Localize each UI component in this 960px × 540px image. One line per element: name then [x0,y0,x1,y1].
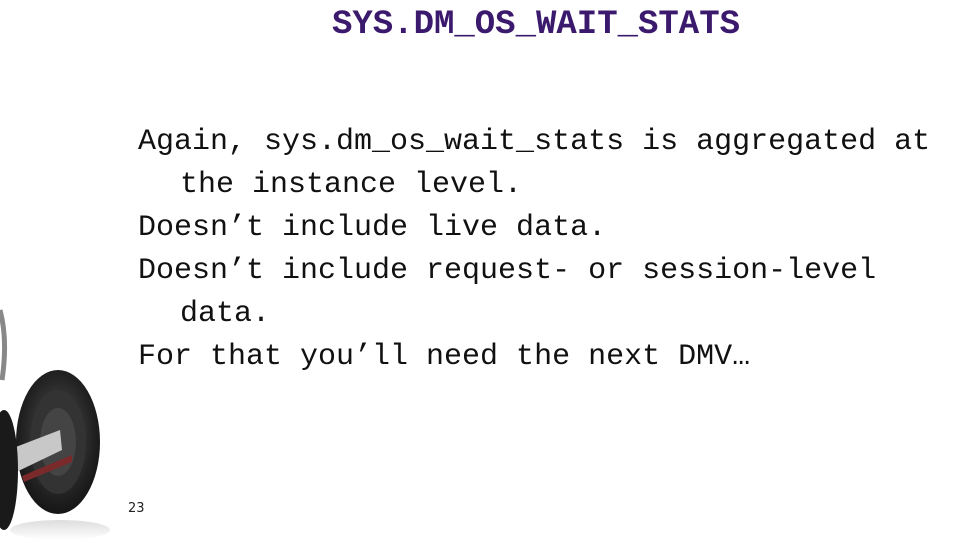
bullet-4: For that you’ll need the next DMV… [138,340,751,374]
page-number: 23 [128,501,145,516]
bullet-2: Doesn’t include live data. [138,211,607,245]
slide-body: Again, sys.dm_os_wait_stats is aggregate… [138,121,938,379]
segway-icon [0,309,110,540]
slide-title: SYS.DM_OS_WAIT_STATS [331,6,741,44]
bullet-3: Doesn’t include request- or session-leve… [138,254,895,331]
bullet-1: Again, sys.dm_os_wait_stats is aggregate… [138,125,949,202]
